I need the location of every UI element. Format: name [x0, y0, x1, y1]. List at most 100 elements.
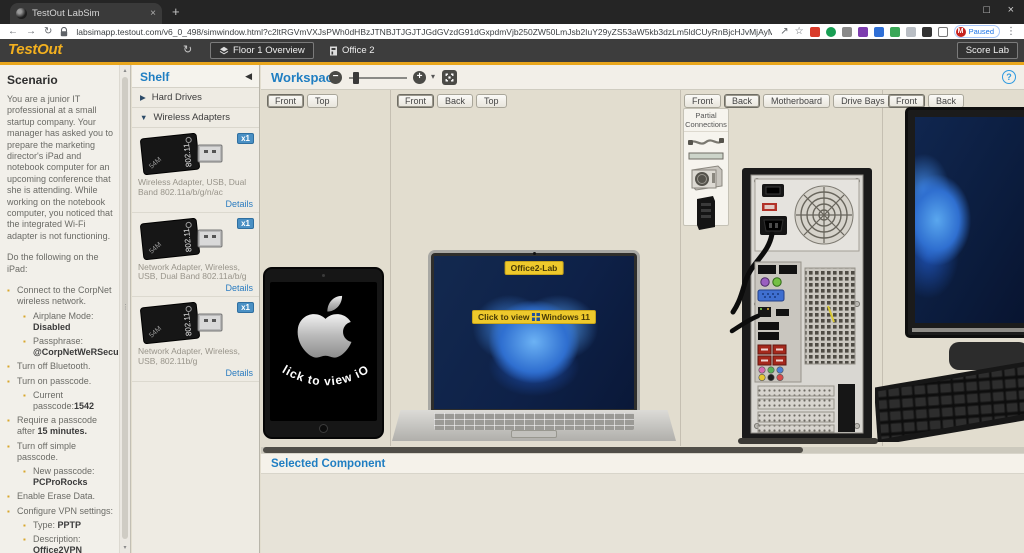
monitor-device[interactable] — [905, 107, 1024, 338]
testout-labsim-window: TestOut LabSim × + □ × ← → ↻ labsimapp.t… — [0, 0, 1024, 553]
floor-overview-button[interactable]: Floor 1 Overview — [210, 42, 314, 59]
details-link[interactable]: Details — [138, 199, 253, 209]
office-2-button[interactable]: Office 2 — [320, 42, 384, 59]
selected-component-body — [261, 474, 1024, 553]
collapse-shelf-icon[interactable]: ◀ — [245, 71, 252, 82]
item-caption: Wireless Adapter, USB, Dual Band 802.11a… — [138, 178, 253, 198]
task-subitem: Airplane Mode: Disabled — [23, 311, 116, 333]
wireless-adapter-image[interactable]: 802.11 54M — [140, 133, 228, 175]
apple-logo-icon — [298, 296, 364, 358]
task-item: Turn off Bluetooth. — [7, 361, 116, 372]
back-icon[interactable]: ← — [8, 27, 18, 37]
zoom-out-button[interactable]: − — [329, 71, 342, 84]
reload-icon[interactable]: ↻ — [44, 27, 52, 37]
window-restore-button[interactable]: □ — [983, 4, 990, 16]
scenario-scrollbar[interactable]: ▴ ⋮ ▾ — [119, 65, 130, 553]
scroll-up-icon[interactable]: ▴ — [120, 67, 130, 74]
task-item: Turn off simple passcode. New passcode: … — [7, 441, 116, 489]
laptop-device[interactable]: Office2-Lab Click to viewWindows 11 — [392, 250, 676, 441]
shelf-title: Shelf — [140, 70, 169, 84]
lock-icon — [60, 27, 68, 37]
ipad-view-front-button[interactable]: Front — [267, 94, 304, 108]
io-panel — [755, 262, 801, 382]
ipad-view-top-button[interactable]: Top — [307, 94, 338, 108]
new-tab-button[interactable]: + — [172, 4, 180, 19]
browser-tab[interactable]: TestOut LabSim × — [10, 3, 162, 24]
shelf-item-adapter-ac: x1 802.11 54M Wireless Adapter, USB, Dua… — [132, 128, 259, 213]
tab-close-icon[interactable]: × — [150, 8, 156, 19]
zoom-menu-caret-icon[interactable]: ▾ — [431, 72, 435, 81]
ipad-device[interactable]: Click to view iOS — [263, 267, 384, 439]
ipad-view-buttons: Front Top — [267, 94, 341, 108]
extension-icon[interactable] — [890, 27, 900, 37]
selected-component-title: Selected Component — [271, 458, 385, 470]
computer-view-motherboard-button[interactable]: Motherboard — [763, 94, 830, 108]
score-lab-button[interactable]: Score Lab — [957, 42, 1018, 59]
task-item: Enable Erase Data. — [7, 491, 116, 502]
tower-shadow — [738, 438, 878, 444]
case-part-thumbnail[interactable] — [695, 195, 717, 231]
laptop-view-back-button[interactable]: Back — [437, 94, 473, 108]
extension-icon[interactable] — [858, 27, 868, 37]
monitor-view-buttons: Front Back — [888, 94, 967, 108]
wireless-adapter-image[interactable]: 802.11 54M — [140, 302, 228, 344]
address-bar[interactable]: labsimapp.testout.com/v6_0_498/simwindow… — [76, 27, 772, 37]
shelf-section-hard-drives[interactable]: ▶ Hard Drives — [132, 88, 259, 108]
monitor-view-front-button[interactable]: Front — [888, 94, 925, 108]
side-panel-icon[interactable] — [938, 27, 948, 37]
extensions-puzzle-icon[interactable] — [922, 27, 932, 37]
partial-connections-title: Partial Connections — [684, 109, 728, 132]
power-supply-thumbnail[interactable] — [688, 164, 724, 191]
computer-tower-back[interactable] — [742, 168, 872, 440]
camera-extension-icon[interactable] — [842, 27, 852, 37]
share-icon[interactable]: ↗ — [780, 27, 788, 37]
extension-icon[interactable] — [874, 27, 884, 37]
scrollbar-thumb[interactable]: ⋮ — [122, 77, 128, 539]
browser-menu-icon[interactable]: ⋮ — [1006, 27, 1016, 37]
ipad-camera-icon — [322, 274, 325, 277]
zoom-slider[interactable] — [349, 77, 407, 79]
laptop-lid: Office2-Lab Click to viewWindows 11 — [428, 250, 640, 412]
selected-component-panel: Selected Component — [261, 453, 1024, 553]
computer-view-drive-bays-button[interactable]: Drive Bays — [833, 94, 893, 108]
selected-component-header: Selected Component — [261, 453, 1024, 474]
partial-connections-panel: Partial Connections — [683, 108, 729, 226]
wireless-adapter-image[interactable]: 802.11 54M — [140, 218, 228, 260]
expansion-slots — [758, 386, 834, 432]
ps2-port — [761, 278, 769, 286]
forward-icon[interactable]: → — [26, 27, 36, 37]
shelf-section-wireless-adapters[interactable]: ▼ Wireless Adapters — [132, 108, 259, 128]
blank-plate-thumbnail[interactable] — [688, 152, 724, 160]
extension-icon[interactable] — [810, 27, 820, 37]
window-close-button[interactable]: × — [1008, 4, 1014, 16]
task-item: Configure VPN settings: Type: PPTP Descr… — [7, 506, 116, 553]
scroll-down-icon[interactable]: ▾ — [120, 544, 130, 551]
computer-view-back-button[interactable]: Back — [724, 94, 760, 108]
details-link[interactable]: Details — [138, 368, 253, 378]
details-link[interactable]: Details — [138, 283, 253, 293]
laptop-trackpad — [511, 430, 557, 438]
scenario-content: Scenario You are a junior IT professiona… — [0, 65, 119, 553]
laptop-view-top-button[interactable]: Top — [476, 94, 507, 108]
keyboard-device[interactable] — [875, 358, 1024, 442]
laptop-screen[interactable]: Office2-Lab Click to viewWindows 11 — [434, 256, 634, 409]
zoom-slider-handle[interactable] — [353, 72, 359, 84]
computer-view-front-button[interactable]: Front — [684, 94, 721, 108]
power-cable-thumbnail[interactable] — [687, 136, 725, 148]
monitor-view-back-button[interactable]: Back — [928, 94, 964, 108]
zoom-in-button[interactable]: + — [413, 71, 426, 84]
ipad-screen[interactable]: Click to view iOS — [270, 282, 377, 421]
extension-icon[interactable] — [906, 27, 916, 37]
laptop-click-to-view-label[interactable]: Click to viewWindows 11 — [472, 310, 596, 324]
profile-button[interactable]: M Paused — [954, 25, 1000, 38]
ipad-home-button[interactable] — [319, 424, 328, 433]
ipad-overlay-graphic: Click to view iOS — [270, 282, 377, 421]
extension-icon[interactable] — [826, 27, 836, 37]
help-icon[interactable]: ? — [1002, 70, 1016, 84]
bookmark-star-icon[interactable]: ☆ — [795, 27, 804, 37]
refresh-icon[interactable]: ↻ — [183, 43, 192, 56]
fit-to-screen-button[interactable] — [442, 70, 457, 85]
shelf-item-adapter-bg: x1 802.11 54M Network Adapter, Wireless,… — [132, 297, 259, 382]
laptop-view-front-button[interactable]: Front — [397, 94, 434, 108]
quantity-badge: x1 — [237, 218, 254, 229]
